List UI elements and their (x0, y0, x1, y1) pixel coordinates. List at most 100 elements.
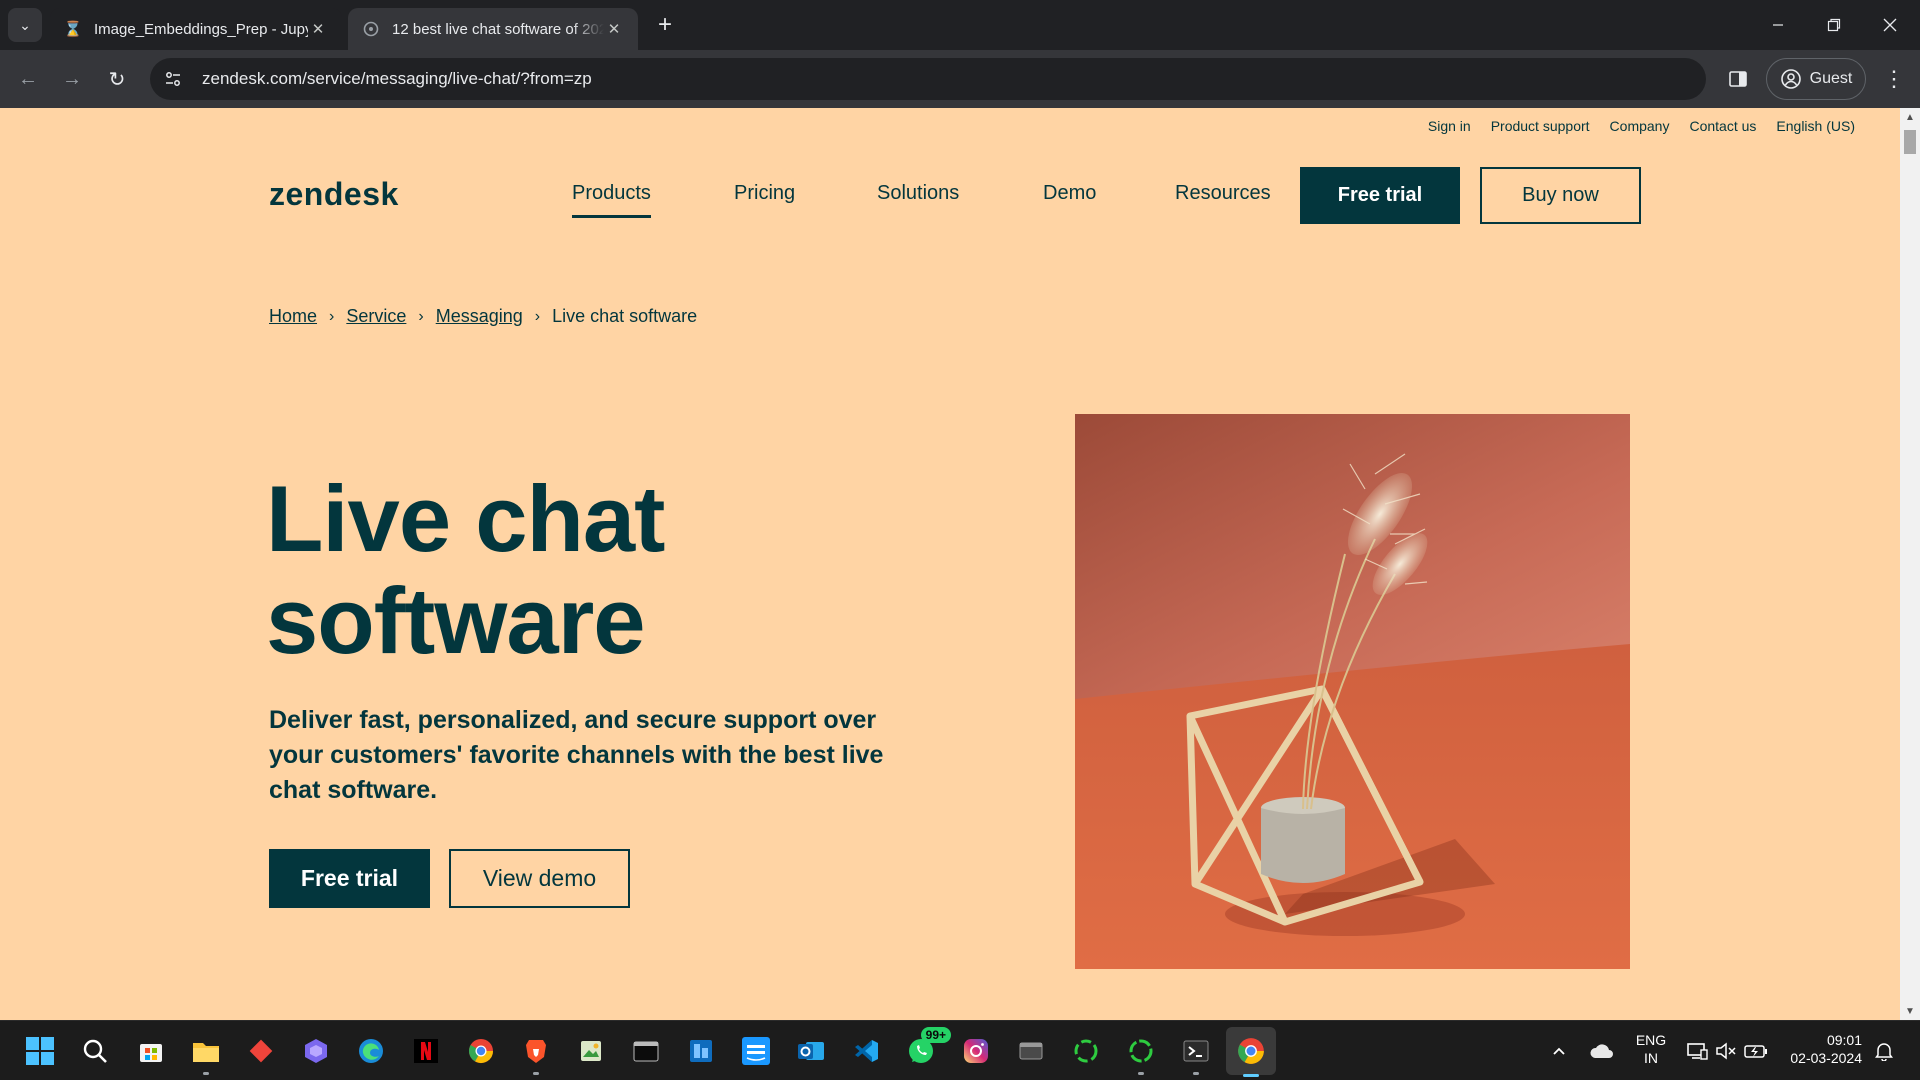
onedrive-icon[interactable] (1585, 1033, 1619, 1069)
scroll-up-icon[interactable]: ▲ (1900, 108, 1920, 126)
prime-video-taskbar-icon[interactable] (738, 1033, 774, 1069)
clock-date: 02-03-2024 (1790, 1050, 1862, 1066)
arrow-right-icon: → (62, 67, 82, 90)
page-scrollbar[interactable]: ▲ ▼ (1900, 108, 1920, 1020)
nav-resources[interactable]: Resources (1175, 182, 1271, 205)
view-demo-button[interactable]: View demo (449, 849, 630, 908)
chrome-taskbar-icon[interactable] (463, 1033, 499, 1069)
profile-button[interactable]: Guest (1766, 58, 1866, 100)
anydesk-taskbar-icon[interactable] (243, 1033, 279, 1069)
chevron-right-icon: › (329, 307, 335, 325)
search-icon (83, 1039, 107, 1063)
netflix-taskbar-icon[interactable] (408, 1033, 444, 1069)
show-hidden-icons-button[interactable] (1545, 1033, 1573, 1069)
page-title: Live chat software (266, 468, 665, 672)
lang-line-2: IN (1644, 1050, 1658, 1066)
language-indicator[interactable]: ENG IN (1630, 1031, 1672, 1067)
sign-in-link[interactable]: Sign in (1428, 118, 1471, 134)
minimize-icon (1773, 24, 1783, 26)
scrollbar-thumb[interactable] (1904, 130, 1916, 154)
whatsapp-taskbar-icon[interactable]: 99+ (903, 1027, 951, 1069)
restore-button[interactable] (1806, 0, 1862, 50)
battery-charging-icon[interactable] (1742, 1033, 1770, 1069)
scroll-down-icon[interactable]: ▼ (1900, 1002, 1920, 1020)
tab-search-button[interactable]: ⌄ (8, 8, 42, 42)
webpage: Sign in Product support Company Contact … (0, 108, 1900, 1020)
chevron-up-icon (1553, 1047, 1565, 1055)
breadcrumb-messaging[interactable]: Messaging (436, 306, 523, 327)
loading-app-taskbar-icon[interactable] (1068, 1033, 1104, 1069)
tab-jupyter[interactable]: ⌛ Image_Embeddings_Prep - Jupyter ✕ (50, 8, 342, 50)
contact-us-link[interactable]: Contact us (1689, 118, 1756, 134)
windows-icon (26, 1037, 54, 1065)
company-link[interactable]: Company (1610, 118, 1670, 134)
minimize-button[interactable] (1750, 0, 1806, 50)
edge-taskbar-icon[interactable] (353, 1033, 389, 1069)
site-info-icon[interactable] (158, 64, 188, 94)
chevron-right-icon: › (418, 307, 424, 325)
reload-icon: ↻ (108, 68, 126, 91)
side-panel-icon (1729, 71, 1747, 87)
file-explorer-taskbar-icon[interactable] (188, 1033, 224, 1075)
copilot-taskbar-icon[interactable] (298, 1033, 334, 1069)
nav-pricing[interactable]: Pricing (734, 182, 795, 205)
close-tab-icon[interactable]: ✕ (604, 20, 624, 38)
start-button[interactable] (22, 1033, 58, 1069)
zendesk-logo[interactable]: zendesk (269, 176, 399, 213)
notifications-button[interactable] (1870, 1033, 1898, 1069)
app-window-taskbar-icon[interactable] (1013, 1033, 1049, 1069)
title-line-1: Live chat (266, 466, 665, 571)
instagram-taskbar-icon[interactable] (958, 1033, 994, 1069)
browser-tab-bar: ⌄ ⌛ Image_Embeddings_Prep - Jupyter ✕ 12… (0, 0, 1920, 50)
buy-now-button[interactable]: Buy now (1480, 167, 1641, 224)
nav-solutions[interactable]: Solutions (877, 182, 959, 205)
address-bar[interactable]: zendesk.com/service/messaging/live-chat/… (150, 58, 1706, 100)
clock-time: 09:01 (1826, 1032, 1862, 1048)
outlook-taskbar-icon[interactable] (793, 1033, 829, 1069)
jupyter-hourglass-icon: ⌛ (63, 21, 83, 38)
side-panel-button[interactable] (1722, 63, 1754, 95)
header-free-trial-button[interactable]: Free trial (1300, 167, 1460, 224)
product-support-link[interactable]: Product support (1491, 118, 1590, 134)
vscode-taskbar-icon[interactable] (848, 1033, 884, 1069)
microsoft-store-taskbar-icon[interactable] (133, 1033, 169, 1069)
network-icon[interactable] (1683, 1033, 1711, 1069)
taskbar: 99+ ENG IN 09:01 02-03-2024 (0, 1020, 1920, 1080)
language-selector[interactable]: English (US) (1776, 118, 1855, 134)
clock[interactable]: 09:01 02-03-2024 (1782, 1031, 1862, 1067)
chevron-down-icon: ⌄ (19, 16, 31, 33)
breadcrumb-home[interactable]: Home (269, 306, 317, 327)
photos-taskbar-icon[interactable] (573, 1033, 609, 1069)
chrome-active-taskbar-icon[interactable] (1226, 1027, 1276, 1077)
breadcrumb-current: Live chat software (552, 306, 698, 326)
tab-zendesk[interactable]: 12 best live chat software of 2024 ✕ (348, 8, 638, 50)
reload-button[interactable]: ↻ (99, 61, 135, 97)
hero-free-trial-button[interactable]: Free trial (269, 849, 430, 908)
arrow-left-icon: ← (18, 67, 38, 90)
breadcrumb-service[interactable]: Service (346, 306, 406, 327)
lang-line-1: ENG (1635, 1032, 1667, 1048)
browser-menu-button[interactable]: ⋮ (1878, 63, 1910, 95)
hero-image (1075, 414, 1630, 969)
close-tab-icon[interactable]: ✕ (308, 20, 328, 38)
task-manager-taskbar-icon[interactable] (683, 1033, 719, 1069)
hero-description: Deliver fast, personalized, and secure s… (269, 706, 884, 804)
close-window-button[interactable] (1862, 0, 1918, 50)
tab-title: Image_Embeddings_Prep - Jupyter (94, 20, 308, 38)
globe-icon (362, 20, 380, 38)
terminal-window-taskbar-icon[interactable] (628, 1033, 664, 1069)
whatsapp-unread-badge: 99+ (920, 1027, 951, 1043)
loading-app-2-taskbar-icon[interactable] (1123, 1033, 1159, 1075)
nav-products[interactable]: Products (572, 182, 651, 218)
powershell-taskbar-icon[interactable] (1178, 1033, 1214, 1075)
nav-demo[interactable]: Demo (1043, 182, 1096, 205)
new-tab-button[interactable]: + (650, 10, 680, 40)
search-button[interactable] (77, 1033, 113, 1069)
volume-muted-icon[interactable] (1712, 1033, 1740, 1069)
bell-icon (1875, 1043, 1893, 1061)
title-line-2: software (266, 568, 646, 673)
utility-nav: Sign in Product support Company Contact … (1428, 118, 1855, 134)
brave-taskbar-icon[interactable] (518, 1033, 554, 1075)
back-button[interactable]: ← (10, 61, 46, 97)
forward-button[interactable]: → (54, 61, 90, 97)
